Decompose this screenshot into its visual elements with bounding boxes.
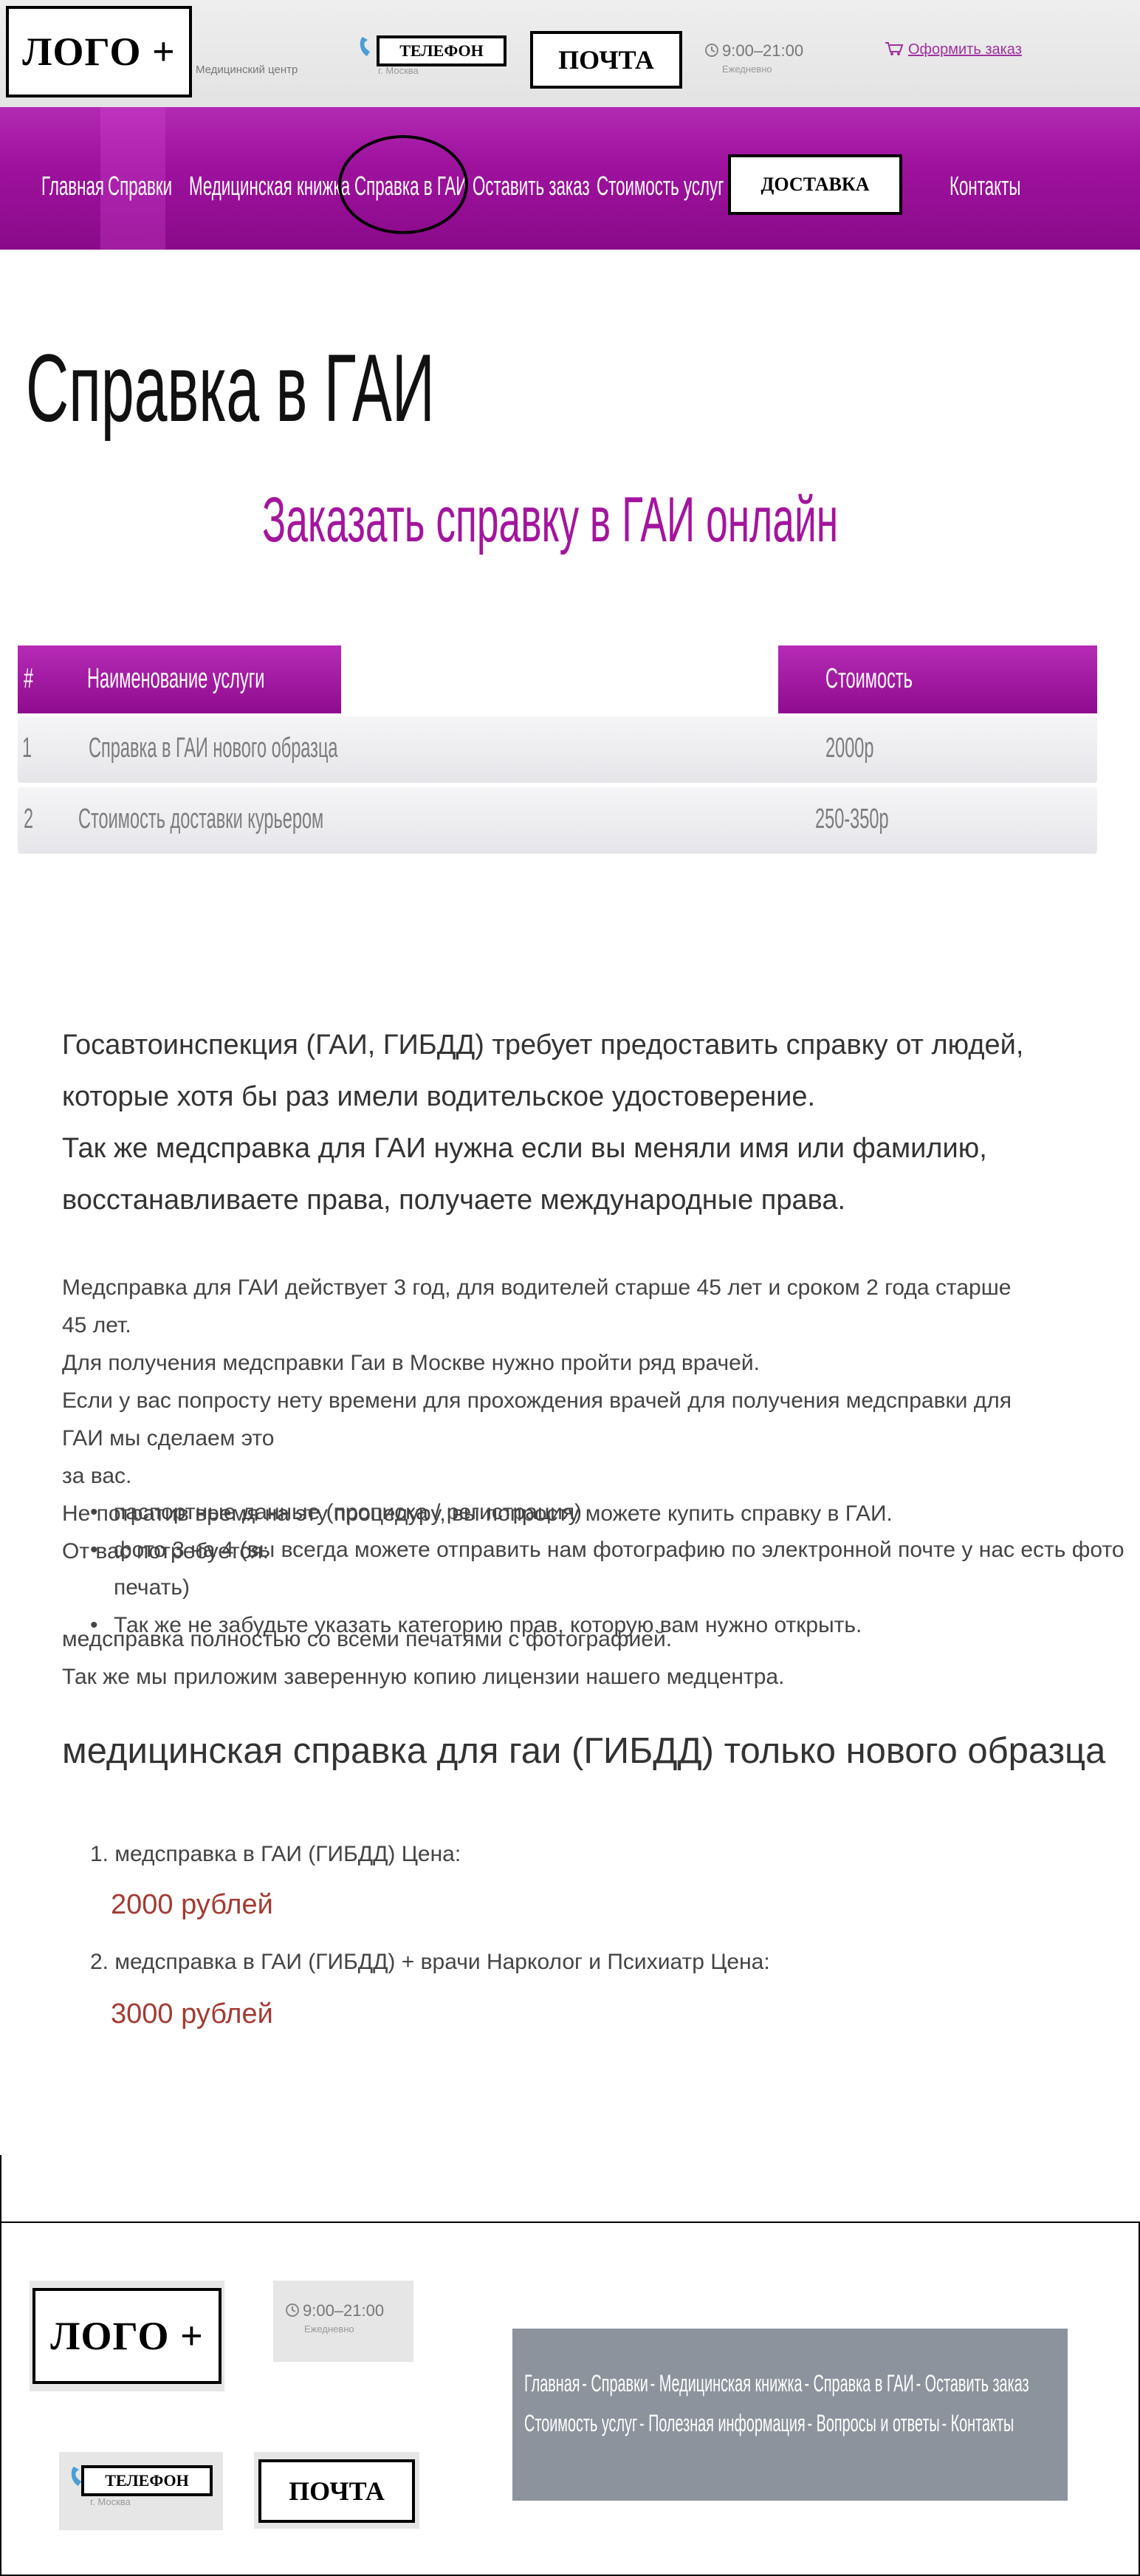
table-header-left: # Наименование услуги	[18, 645, 341, 713]
footer-separator: -	[941, 2410, 951, 2436]
nav-item-home[interactable]: Главная	[41, 171, 104, 202]
cart-icon	[885, 41, 904, 60]
table-header-price: Стоимость	[825, 663, 913, 694]
phone-icon	[358, 35, 374, 58]
footer-link-gai-certificate[interactable]: Справка в ГАИ	[813, 2370, 913, 2397]
intro-line: Госавтоинспекция (ГАИ, ГИБДД) требует пр…	[62, 1030, 1024, 1061]
price-value: 3000 рублей	[111, 1998, 273, 2029]
header-tagline: Медицинский центр	[196, 64, 298, 76]
description-line: за вас.	[62, 1464, 132, 1488]
footer-city: г. Москва	[90, 2496, 131, 2507]
header-days: Ежедневно	[722, 64, 772, 75]
price-value: 2000 рублей	[111, 1889, 273, 1920]
table-row: 1 Справка в ГАИ нового образца 2000р	[18, 716, 1097, 783]
nav-circle-annotation	[338, 135, 468, 234]
table-cell-num: 2	[24, 804, 34, 835]
nav-item-delivery[interactable]: ДОСТАВКА	[728, 154, 902, 215]
footer-hours: 9:00–21:00	[303, 2301, 385, 2320]
table-cell-price: 2000р	[825, 733, 874, 764]
description-line: Медсправка для ГАИ действует 3 год, для …	[62, 1275, 1012, 1337]
footer-link-prices[interactable]: Стоимость услуг	[524, 2410, 637, 2436]
description-line: Для получения медсправки Гаи в Москве ну…	[62, 1351, 760, 1375]
intro-text: Госавтоинспекция (ГАИ, ГИБДД) требует пр…	[62, 1019, 1081, 1226]
footer-link-certificates[interactable]: Справки	[591, 2370, 648, 2397]
footer-link-home[interactable]: Главная	[524, 2370, 580, 2397]
footer-link-useful-info[interactable]: Полезная информация	[648, 2410, 806, 2436]
clock-icon	[285, 2303, 300, 2321]
nav-item-contacts[interactable]: Контакты	[950, 171, 1020, 202]
clock-icon	[704, 43, 719, 61]
nav-item-prices[interactable]: Стоимость услуг	[597, 171, 724, 202]
header-hours: 9:00–21:00	[722, 41, 804, 60]
nav-item-place-order[interactable]: Оставить заказ	[473, 171, 590, 202]
email-address[interactable]: ПОЧТА	[530, 31, 682, 89]
page-title: Справка в ГАИ	[26, 334, 435, 442]
section-heading: медицинская справка для гаи (ГИБДД) толь…	[62, 1731, 1106, 1771]
footer-nav-row: Главная - Справки - Медицинская книжка -…	[524, 2370, 1029, 2397]
header-city: г. Москва	[378, 65, 419, 76]
table-header-right: Стоимость	[778, 645, 1097, 713]
footer-separator: -	[807, 2410, 817, 2436]
table-cell-name: Стоимость доставки курьером	[78, 804, 324, 835]
list-item: паспортные данные (прописка / регистраци…	[90, 1493, 1140, 1531]
footer-separator: -	[582, 2370, 591, 2397]
intro-line: восстанавливаете права, получаете междун…	[62, 1185, 846, 1216]
nav-item-medical-book[interactable]: Медицинская книжка	[189, 171, 350, 202]
footer-separator: -	[916, 2370, 925, 2397]
main-nav: Главная Справки Медицинская книжка Справ…	[0, 107, 1140, 250]
footer-link-contacts[interactable]: Контакты	[951, 2410, 1014, 2436]
intro-line: которые хотя бы раз имели водительское у…	[62, 1081, 816, 1112]
logo[interactable]: ЛОГО +	[6, 6, 192, 97]
description-line: Если у вас попросту нету времени для про…	[62, 1388, 1012, 1450]
footer-separator: -	[804, 2370, 814, 2397]
order-link[interactable]: Оформить заказ	[908, 41, 1022, 58]
footer-divider	[0, 2155, 1, 2223]
footer-logo[interactable]: ЛОГО +	[32, 2288, 222, 2384]
price-label: 2. медсправка в ГАИ (ГИБДД) + врачи Нарк…	[90, 1950, 770, 1974]
intro-line: Так же медсправка для ГАИ нужна если вы …	[62, 1133, 987, 1164]
table-header-name: Наименование услуги	[87, 663, 265, 694]
table-cell-name: Справка в ГАИ нового образца	[89, 733, 338, 764]
footer-nav: Главная - Справки - Медицинская книжка -…	[512, 2329, 1068, 2501]
closing-text: медсправка полностью со всеми печатями с…	[62, 1620, 1022, 1696]
list-item: фото 3 на 4 (вы всегда можете отправить …	[90, 1531, 1140, 1606]
closing-line: медсправка полностью со всеми печатями с…	[62, 1627, 673, 1651]
table-header-num: #	[24, 663, 34, 694]
price-label: 1. медсправка в ГАИ (ГИБДД) Цена:	[90, 1842, 461, 1866]
footer-link-place-order[interactable]: Оставить заказ	[925, 2370, 1029, 2397]
closing-line: Так же мы приложим заверенную копию лице…	[62, 1665, 785, 1689]
footer-separator: -	[650, 2370, 659, 2397]
table-cell-num: 1	[22, 733, 32, 764]
footer-phone[interactable]: ТЕЛЕФОН	[81, 2465, 213, 2496]
phone-number[interactable]: ТЕЛЕФОН	[377, 35, 507, 66]
table-cell-price: 250-350р	[815, 804, 889, 835]
footer-separator: -	[639, 2410, 649, 2436]
footer-days: Ежедневно	[304, 2323, 354, 2334]
footer-link-medical-book[interactable]: Медицинская книжка	[659, 2370, 803, 2397]
footer-email[interactable]: ПОЧТА	[258, 2459, 415, 2523]
footer-link-faq[interactable]: Вопросы и ответы	[817, 2410, 940, 2436]
table-row: 2 Стоимость доставки курьером 250-350р	[18, 787, 1097, 854]
order-online-heading[interactable]: Заказать справку в ГАИ онлайн	[262, 484, 838, 557]
header: ЛОГО + Медицинский центр ТЕЛЕФОН г. Моск…	[0, 0, 1140, 107]
nav-item-certificates[interactable]: Справки	[108, 171, 172, 202]
footer-hours-card	[273, 2281, 413, 2362]
footer-nav-row: Стоимость услуг - Полезная информация - …	[524, 2410, 1014, 2437]
